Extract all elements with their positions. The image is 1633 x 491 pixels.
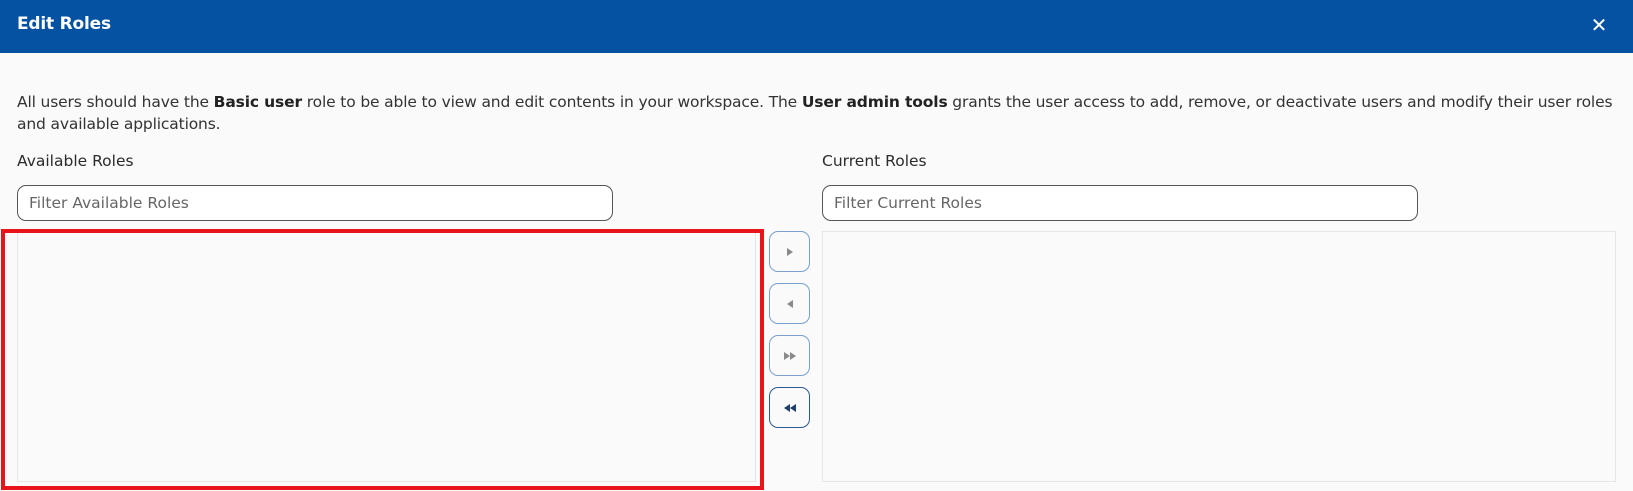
move-left-button[interactable] bbox=[769, 283, 810, 324]
move-right-button[interactable] bbox=[769, 231, 810, 272]
description-bold-user-admin-tools: User admin tools bbox=[801, 93, 948, 111]
description-text-2: role to be able to view and edit content… bbox=[301, 93, 802, 111]
dialog-description: All users should have the Basic user rol… bbox=[17, 91, 1627, 135]
move-right-icon bbox=[786, 247, 793, 256]
dialog-title: Edit Roles bbox=[17, 14, 111, 34]
move-all-left-icon bbox=[783, 403, 796, 412]
description-bold-basic-user: Basic user bbox=[213, 93, 302, 111]
close-button[interactable]: ✕ bbox=[1587, 12, 1611, 38]
close-icon: ✕ bbox=[1590, 13, 1608, 37]
dialog-header: Edit Roles ✕ bbox=[0, 0, 1633, 53]
move-all-right-icon bbox=[783, 351, 796, 360]
edit-roles-dialog: Edit Roles ✕ All users should have the B… bbox=[0, 0, 1633, 491]
description-text-1: All users should have the bbox=[17, 93, 214, 111]
current-roles-listbox[interactable] bbox=[822, 231, 1616, 482]
move-left-icon bbox=[786, 299, 793, 308]
move-all-right-button[interactable] bbox=[769, 335, 810, 376]
filter-available-roles-input[interactable] bbox=[17, 185, 613, 221]
available-roles-listbox[interactable] bbox=[17, 231, 756, 482]
current-roles-label: Current Roles bbox=[822, 152, 927, 170]
filter-current-roles-input[interactable] bbox=[822, 185, 1418, 221]
available-roles-label: Available Roles bbox=[17, 152, 134, 170]
move-all-left-button[interactable] bbox=[769, 387, 810, 428]
